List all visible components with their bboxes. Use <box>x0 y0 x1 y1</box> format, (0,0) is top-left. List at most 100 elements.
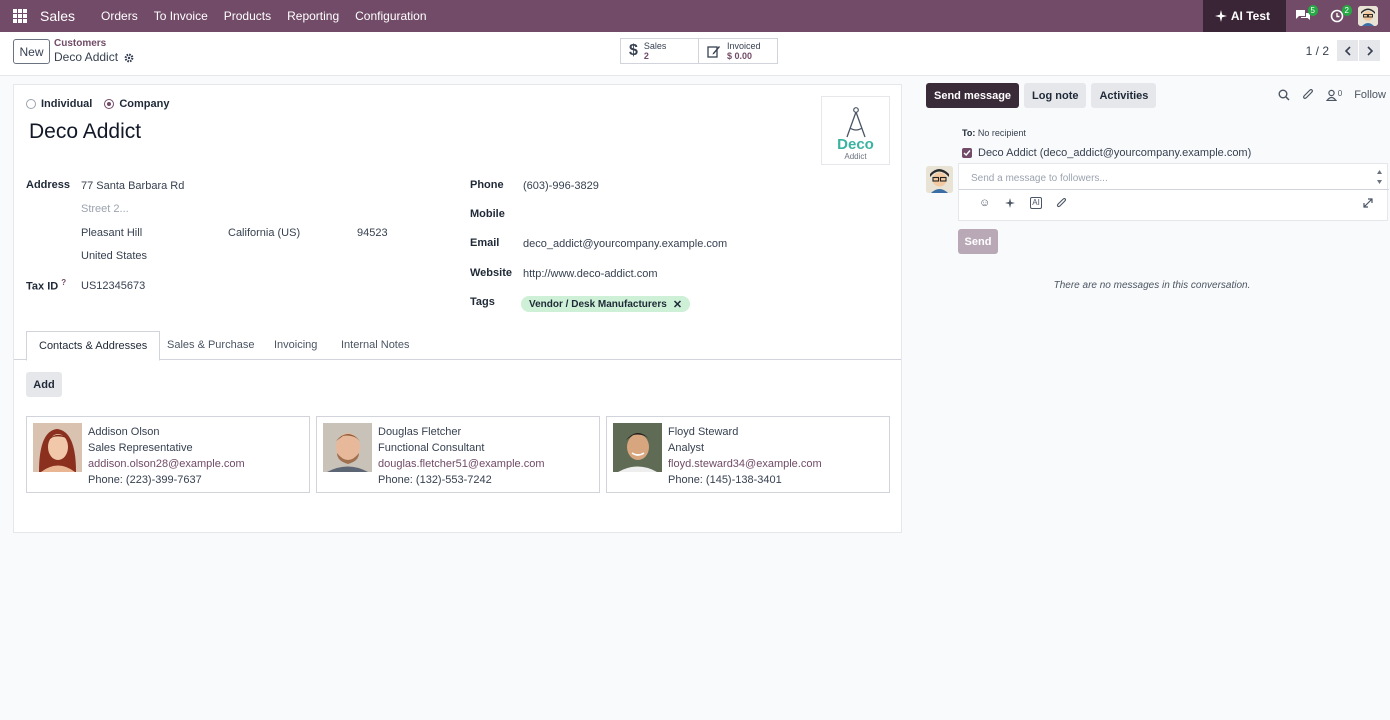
sales-stat-value: 2 <box>643 51 649 61</box>
contact-photo <box>33 423 82 472</box>
activities-button[interactable]: 2 <box>1320 0 1354 32</box>
add-contact-button[interactable]: Add <box>26 372 62 397</box>
main-menu: Orders To Invoice Products Reporting Con… <box>93 0 435 32</box>
tab-invoicing[interactable]: Invoicing <box>262 331 329 360</box>
sales-smart-button[interactable]: $ Sales 2 <box>620 38 699 64</box>
gear-icon[interactable] <box>124 53 134 63</box>
menu-configuration[interactable]: Configuration <box>347 0 434 32</box>
contact-phone: Phone: (223)-399-7637 <box>88 474 202 486</box>
address-label: Address <box>26 179 71 191</box>
menu-reporting[interactable]: Reporting <box>279 0 347 32</box>
followers-button[interactable]: 0 <box>1325 89 1342 101</box>
tag-remove-icon[interactable]: ✕ <box>673 298 682 311</box>
app-name[interactable]: Sales <box>40 8 75 24</box>
radio-individual-dot[interactable] <box>26 99 36 109</box>
send-button[interactable]: Send <box>958 229 998 254</box>
city-field[interactable]: Pleasant Hill <box>81 227 142 239</box>
logo-word: Deco <box>837 136 874 153</box>
activities-button[interactable]: Activities <box>1091 83 1157 108</box>
contact-role: Analyst <box>668 442 705 454</box>
pager-previous-button[interactable] <box>1337 40 1358 61</box>
pager-next-button[interactable] <box>1359 40 1380 61</box>
paperclip-icon[interactable] <box>1056 197 1067 209</box>
contact-email[interactable]: addison.olson28@example.com <box>88 456 245 472</box>
contact-photo <box>323 423 372 472</box>
pager-value[interactable]: 1 / 2 <box>1306 44 1329 58</box>
website-field[interactable]: http://www.deco-addict.com <box>523 268 658 280</box>
sparkle-icon <box>1214 10 1227 22</box>
menu-products[interactable]: Products <box>216 0 279 32</box>
checkbox-checked-icon[interactable] <box>962 148 972 158</box>
new-button[interactable]: New <box>13 39 50 64</box>
emoji-icon[interactable]: ☺ <box>979 197 990 209</box>
chevron-left-icon <box>1344 45 1351 56</box>
contact-email[interactable]: floyd.steward34@example.com <box>668 456 822 472</box>
menu-orders[interactable]: Orders <box>93 0 146 32</box>
zip-field[interactable]: 94523 <box>357 227 388 239</box>
radio-company-label: Company <box>119 98 170 110</box>
to-label: To: <box>962 128 976 138</box>
expand-icon[interactable] <box>1363 198 1373 208</box>
company-logo[interactable]: Deco Addict <box>821 96 890 165</box>
ai-button[interactable]: AI Test <box>1202 0 1286 32</box>
contact-name: Douglas Fletcher <box>378 426 462 438</box>
log-note-button[interactable]: Log note <box>1024 83 1087 108</box>
messages-badge: 5 <box>1307 5 1318 16</box>
breadcrumb-customers[interactable]: Customers <box>54 38 134 50</box>
search-icon[interactable] <box>1278 89 1290 101</box>
ai-icon[interactable]: AI <box>1030 197 1042 209</box>
apps-menu-icon[interactable] <box>0 0 40 32</box>
tab-contacts-addresses[interactable]: Contacts & Addresses <box>26 331 161 361</box>
breadcrumb-current: Deco Addict <box>54 50 119 64</box>
messages-button[interactable]: 5 <box>1286 0 1320 32</box>
street-field[interactable]: 77 Santa Barbara Rd <box>81 180 184 192</box>
tab-sales-purchase[interactable]: Sales & Purchase <box>155 331 266 360</box>
chatter-panel: Send message Log note Activities 0 Follo… <box>914 76 1390 720</box>
menu-to-invoice[interactable]: To Invoice <box>146 0 216 32</box>
contact-phone: Phone: (145)-138-3401 <box>668 474 782 486</box>
activities-badge: 2 <box>1341 5 1352 16</box>
paperclip-icon[interactable] <box>1302 88 1314 101</box>
tags-label: Tags <box>470 296 495 308</box>
state-field[interactable]: California (US) <box>228 227 300 239</box>
contact-card[interactable]: Douglas Fletcher Functional Consultant d… <box>316 416 600 493</box>
invoiced-smart-button[interactable]: Invoiced $ 0.00 <box>699 38 778 64</box>
street2-field[interactable]: Street 2... <box>81 203 129 215</box>
email-field[interactable]: deco_addict@yourcompany.example.com <box>523 238 727 250</box>
tax-id-label-text: Tax ID <box>26 280 59 293</box>
ai-button-label: AI Test <box>1230 9 1270 23</box>
contact-name: Addison Olson <box>88 426 160 438</box>
notebook-tabs: Contacts & Addresses Sales & Purchase In… <box>14 331 901 361</box>
send-message-button[interactable]: Send message <box>926 83 1020 108</box>
follow-button[interactable]: Follow <box>1354 89 1390 101</box>
follower-recipient[interactable]: Deco Addict (deco_addict@yourcompany.exa… <box>962 147 1251 159</box>
resize-arrows-icon[interactable] <box>1376 168 1383 186</box>
user-avatar[interactable] <box>1358 6 1378 26</box>
chevron-right-icon <box>1366 45 1373 56</box>
invoiced-stat-value: $ 0.00 <box>727 51 753 61</box>
invoice-edit-icon <box>707 46 720 58</box>
phone-label: Phone <box>470 179 504 191</box>
phone-field[interactable]: (603)-996-3829 <box>523 180 599 192</box>
smart-buttons: $ Sales 2 Invoiced $ 0.00 <box>620 38 778 64</box>
radio-company[interactable]: Company <box>104 98 169 110</box>
radio-company-dot[interactable] <box>104 99 115 109</box>
tax-id-label: Tax ID ? <box>26 278 66 293</box>
contact-card[interactable]: Floyd Steward Analyst floyd.steward34@ex… <box>606 416 890 493</box>
radio-individual[interactable]: Individual <box>26 98 92 110</box>
tax-id-field[interactable]: US12345673 <box>81 280 145 292</box>
partner-name-field[interactable]: Deco Addict <box>29 120 141 144</box>
tab-internal-notes[interactable]: Internal Notes <box>329 331 421 360</box>
contact-role: Functional Consultant <box>378 442 485 454</box>
author-avatar <box>926 166 953 193</box>
country-field[interactable]: United States <box>81 250 147 262</box>
message-input[interactable]: Send a message to followers... <box>959 164 1389 190</box>
empty-conversation-message: There are no messages in this conversati… <box>1053 280 1251 291</box>
contact-phone: Phone: (132)-553-7242 <box>378 474 492 486</box>
contact-email[interactable]: douglas.fletcher51@example.com <box>378 456 544 472</box>
sparkle-icon[interactable] <box>1004 197 1016 209</box>
top-navbar: Sales Orders To Invoice Products Reporti… <box>0 0 1390 32</box>
mobile-label: Mobile <box>470 208 505 220</box>
contact-card[interactable]: Addison Olson Sales Representative addis… <box>26 416 310 493</box>
help-tooltip-icon[interactable]: ? <box>61 278 66 287</box>
